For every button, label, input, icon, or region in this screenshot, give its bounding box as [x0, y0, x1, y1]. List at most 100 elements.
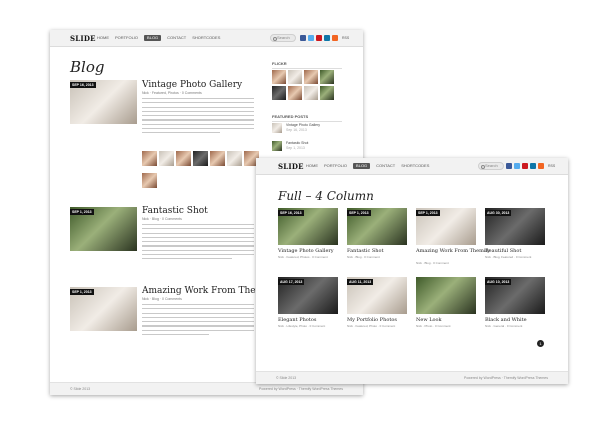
card-thumbnail[interactable]: SEP 1, 2013 — [347, 208, 407, 245]
gallery-thumb[interactable] — [227, 151, 242, 166]
card-title[interactable]: Beautiful Shot — [485, 248, 521, 254]
nav-blog[interactable]: BLOG — [353, 163, 371, 169]
search-input[interactable]: Search — [270, 34, 296, 42]
rss-label: RSS — [548, 164, 556, 168]
card-thumbnail[interactable] — [416, 277, 476, 314]
nav-contact[interactable]: CONTACT — [167, 35, 186, 41]
card-title[interactable]: New Look — [416, 317, 442, 323]
card-thumbnail[interactable]: AUG 10, 2013 — [485, 277, 545, 314]
featured-post-thumb — [272, 123, 282, 133]
gallery-thumb[interactable] — [210, 151, 225, 166]
post-meta: Nick · Blog · 0 Comments — [142, 297, 182, 301]
page-title: Blog — [70, 58, 105, 76]
date-badge: SEP 1, 2013 — [347, 210, 371, 216]
post-thumbnail[interactable]: SEP 16, 2013 — [70, 80, 137, 124]
flickr-photo[interactable] — [272, 86, 286, 100]
nav-home[interactable]: HOME — [97, 35, 109, 41]
date-badge: AUG 10, 2013 — [485, 279, 512, 285]
card-meta: Nick · Photo · 0 Comment — [416, 324, 451, 328]
social-icons: RSS — [300, 35, 349, 41]
date-badge: AUG 17, 2013 — [278, 279, 305, 285]
gallery-thumb[interactable] — [142, 173, 157, 188]
card-title[interactable]: Fantastic Shot — [347, 248, 384, 254]
card-thumbnail[interactable]: AUG 11, 2013 — [347, 277, 407, 314]
card-title[interactable]: Elegant Photos — [278, 317, 316, 323]
featured-post-item[interactable]: Fantastic Shot Sep 1, 2013 — [272, 141, 342, 153]
flickr-photo[interactable] — [320, 70, 334, 84]
site-logo[interactable]: SLIDE — [278, 162, 304, 171]
featured-post-title[interactable]: Vintage Photo Gallery — [286, 123, 320, 127]
linkedin-icon[interactable] — [324, 35, 330, 41]
nav-shortcodes[interactable]: SHORTCODES — [401, 163, 429, 169]
post-thumbnail[interactable]: SEP 1, 2013 — [70, 207, 137, 251]
card-thumbnail[interactable]: AUG 30, 2013 — [485, 208, 545, 245]
nav-shortcodes[interactable]: SHORTCODES — [192, 35, 220, 41]
gallery-thumb[interactable] — [142, 151, 157, 166]
facebook-icon[interactable] — [506, 163, 512, 169]
rss-icon[interactable] — [332, 35, 338, 41]
four-column-page-screenshot: SLIDE HOME PORTFOLIO BLOG CONTACT SHORTC… — [256, 158, 568, 384]
card-thumbnail[interactable]: SEP 16, 2013 — [278, 208, 338, 245]
facebook-icon[interactable] — [300, 35, 306, 41]
featured-post-thumb — [272, 141, 282, 151]
flickr-photo[interactable] — [304, 86, 318, 100]
pagination-button[interactable]: 1 — [537, 340, 544, 347]
featured-post-title[interactable]: Fantastic Shot — [286, 141, 308, 145]
card-title[interactable]: My Portfolio Photos — [347, 317, 397, 323]
nav-contact[interactable]: CONTACT — [376, 163, 395, 169]
twitter-icon[interactable] — [514, 163, 520, 169]
card-title[interactable]: Amazing Work From Themify — [416, 248, 490, 254]
flickr-photo[interactable] — [288, 86, 302, 100]
card-meta: Nick · General · 0 Comment — [485, 324, 523, 328]
card-title[interactable]: Black and White — [485, 317, 527, 323]
gallery-thumbnails — [142, 151, 259, 166]
nav-portfolio[interactable]: PORTFOLIO — [324, 163, 347, 169]
site-logo[interactable]: SLIDE — [70, 34, 96, 43]
date-badge: SEP 1, 2013 — [70, 289, 94, 295]
flickr-grid — [272, 70, 334, 100]
rss-icon[interactable] — [538, 163, 544, 169]
card-thumbnail[interactable]: SEP 1, 2013 — [416, 208, 476, 245]
flickr-photo[interactable] — [320, 86, 334, 100]
post-title[interactable]: Vintage Photo Gallery — [142, 80, 242, 90]
card-title[interactable]: Vintage Photo Gallery — [278, 248, 334, 254]
flickr-photo[interactable] — [272, 70, 286, 84]
nav-blog[interactable]: BLOG — [144, 35, 162, 41]
post-excerpt — [142, 304, 254, 338]
youtube-icon[interactable] — [316, 35, 322, 41]
card-thumbnail[interactable]: AUG 17, 2013 — [278, 277, 338, 314]
flickr-photo[interactable] — [288, 70, 302, 84]
post-title[interactable]: Fantastic Shot — [142, 206, 208, 216]
nav-portfolio[interactable]: PORTFOLIO — [115, 35, 138, 41]
footer-credits[interactable]: Powered by WordPress · Themify WordPress… — [259, 387, 343, 391]
flickr-widget-heading: FLICKR — [272, 61, 342, 69]
site-header: SLIDE HOME PORTFOLIO BLOG CONTACT SHORTC… — [50, 30, 363, 47]
featured-post-item[interactable]: Vintage Photo Gallery Sep 16, 2013 — [272, 123, 342, 135]
post-excerpt — [142, 224, 254, 263]
card-meta: Nick · Lifestyle, Photo · 0 Comment — [278, 324, 326, 328]
flickr-photo[interactable] — [304, 70, 318, 84]
youtube-icon[interactable] — [522, 163, 528, 169]
featured-post-date: Sep 16, 2013 — [286, 128, 307, 132]
twitter-icon[interactable] — [308, 35, 314, 41]
featured-post-date: Sep 1, 2013 — [286, 146, 305, 150]
main-nav: HOME PORTFOLIO BLOG CONTACT SHORTCODES — [306, 163, 429, 169]
linkedin-icon[interactable] — [530, 163, 536, 169]
page-title: Full – 4 Column — [278, 189, 374, 203]
footer-copyright: © Slide 2013 — [70, 387, 91, 391]
gallery-thumb[interactable] — [193, 151, 208, 166]
date-badge: SEP 16, 2013 — [70, 82, 96, 88]
footer-credits[interactable]: Powered by WordPress · Themify WordPress… — [464, 376, 548, 380]
card-meta: Nick · Featured, Photos · 0 Comment — [278, 255, 328, 259]
featured-posts-heading: FEATURED POSTS — [272, 114, 342, 122]
post-thumbnail[interactable]: SEP 1, 2013 — [70, 287, 137, 331]
nav-home[interactable]: HOME — [306, 163, 318, 169]
gallery-thumb[interactable] — [176, 151, 191, 166]
gallery-thumb[interactable] — [159, 151, 174, 166]
search-input[interactable]: Search — [478, 162, 504, 170]
date-badge: SEP 1, 2013 — [416, 210, 440, 216]
social-icons: RSS — [506, 163, 555, 169]
date-badge: SEP 1, 2013 — [70, 209, 94, 215]
footer-copyright: © Slide 2013 — [276, 376, 297, 380]
card-meta: Nick · Blog, Featured · 0 Comment — [485, 255, 532, 259]
